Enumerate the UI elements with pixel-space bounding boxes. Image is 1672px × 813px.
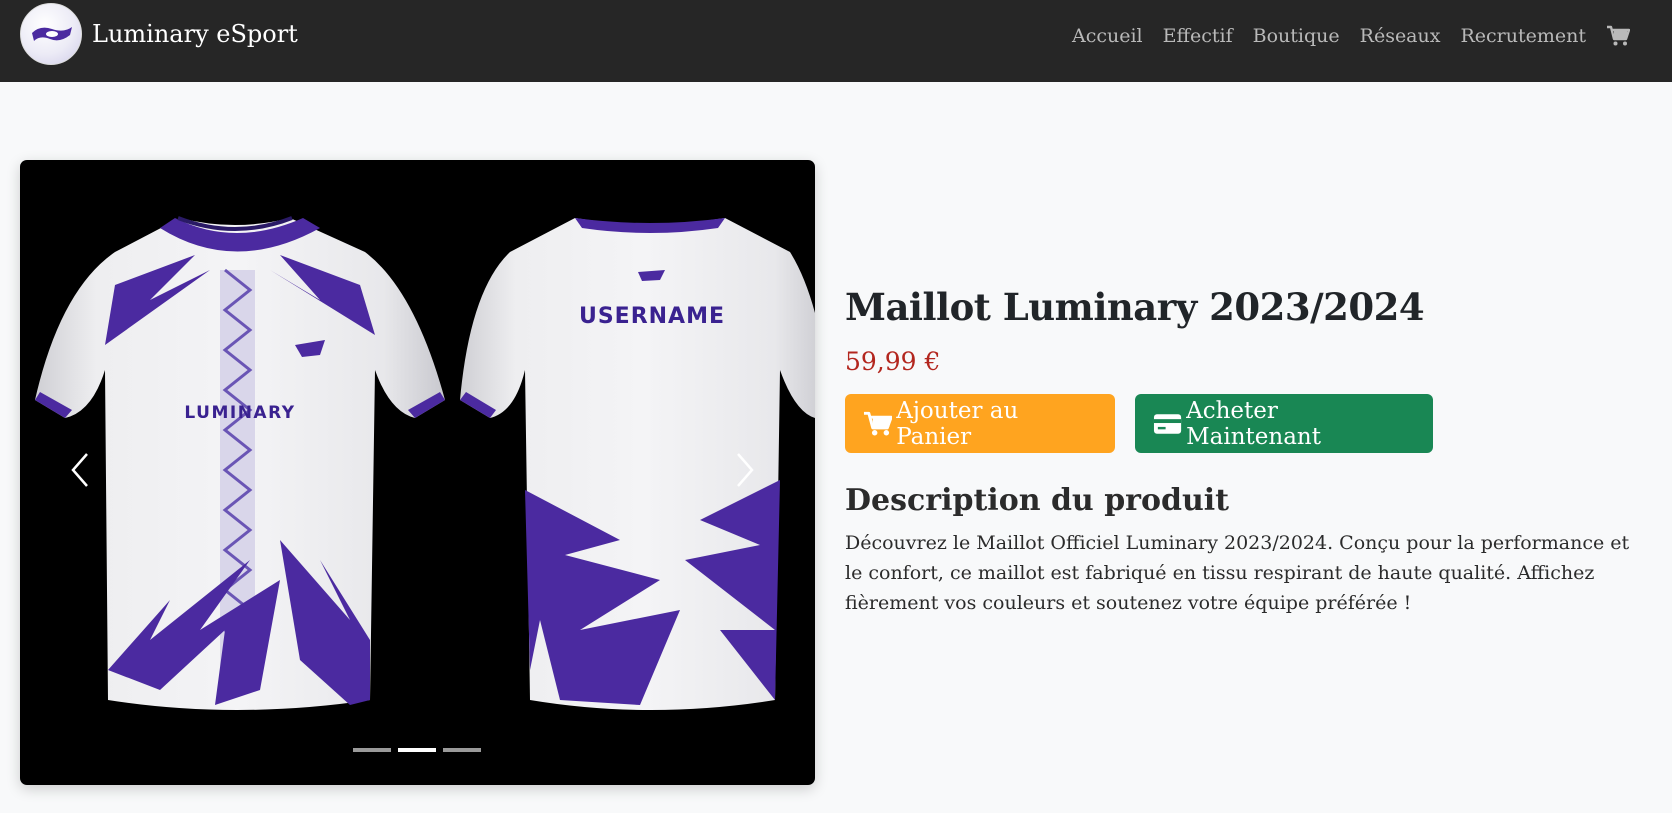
svg-text:LUMINARY: LUMINARY: [184, 403, 295, 423]
brand-logo: [20, 3, 82, 65]
chevron-right-icon: [737, 453, 754, 487]
nav-link-effectif[interactable]: Effectif: [1163, 25, 1233, 47]
nav-link-boutique[interactable]: Boutique: [1253, 25, 1340, 47]
product-title: Maillot Luminary 2023/2024: [845, 285, 1425, 329]
carousel-indicator[interactable]: [443, 748, 481, 752]
svg-text:USERNAME: USERNAME: [579, 304, 725, 329]
product-info: Maillot Luminary 2023/2024 59,99 € Ajout…: [845, 285, 1645, 618]
carousel-prev-button[interactable]: [50, 435, 110, 505]
carousel-indicators: [353, 748, 488, 752]
brand-name: Luminary eSport: [92, 20, 298, 48]
credit-card-icon: [1153, 413, 1182, 434]
navbar: Luminary eSport Accueil Effectif Boutiqu…: [0, 0, 1672, 82]
nav-link-reseaux[interactable]: Réseaux: [1360, 25, 1441, 47]
product-price: 59,99 €: [845, 347, 941, 376]
jersey-image: LUMINARY USERNAME: [35, 216, 815, 710]
nav-link-accueil[interactable]: Accueil: [1072, 25, 1143, 47]
carousel-next-button[interactable]: [715, 435, 775, 505]
nav-link-recrutement[interactable]: Recrutement: [1460, 25, 1586, 47]
cart-icon[interactable]: [1606, 25, 1630, 47]
action-buttons: Ajouter au Panier Acheter Maintenant: [845, 394, 1645, 453]
carousel-indicator-active[interactable]: [398, 748, 436, 752]
cart-icon: [863, 411, 893, 435]
chevron-left-icon: [71, 453, 88, 487]
description-title: Description du produit: [845, 483, 1230, 518]
buy-now-button[interactable]: Acheter Maintenant: [1135, 394, 1433, 453]
buy-now-label: Acheter Maintenant: [1186, 397, 1321, 450]
brand[interactable]: Luminary eSport: [20, 3, 298, 65]
carousel-indicator[interactable]: [353, 748, 391, 752]
nav-links: Accueil Effectif Boutique Réseaux Recrut…: [1072, 0, 1672, 72]
product-carousel[interactable]: LUMINARY USERNAME: [20, 160, 815, 785]
add-to-cart-label: Ajouter au Panier: [896, 397, 1019, 450]
description-text: Découvrez le Maillot Officiel Luminary 2…: [845, 532, 1630, 614]
add-to-cart-button[interactable]: Ajouter au Panier: [845, 394, 1115, 453]
